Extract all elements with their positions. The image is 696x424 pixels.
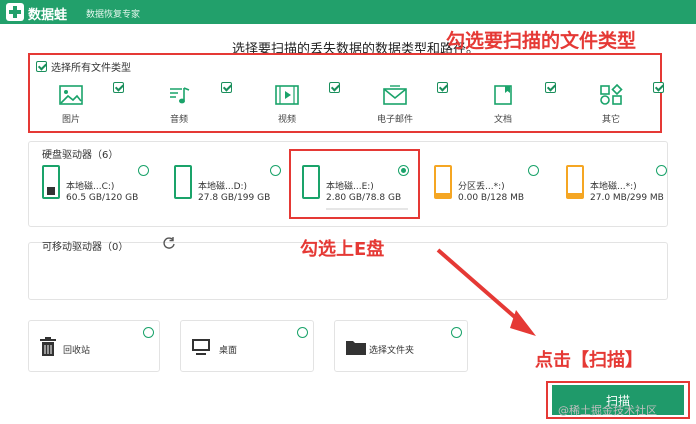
app-logo-icon bbox=[6, 3, 24, 21]
video-icon bbox=[275, 85, 299, 105]
document-checkbox[interactable] bbox=[545, 82, 556, 93]
select-folder-label: 选择文件夹 bbox=[369, 346, 415, 356]
drive-name: 分区丢...*:) bbox=[458, 182, 505, 192]
drive-size: 60.5 GB/120 GB bbox=[66, 193, 139, 203]
desktop-card[interactable]: 桌面 bbox=[180, 320, 314, 372]
file-type-label: 音频 bbox=[169, 115, 188, 125]
other-checkbox[interactable] bbox=[653, 82, 664, 93]
drive-radio[interactable] bbox=[270, 165, 281, 176]
drive-c[interactable]: 本地磁...C:) 60.5 GB/120 GB bbox=[40, 165, 160, 215]
audio-checkbox[interactable] bbox=[221, 82, 232, 93]
file-type-email[interactable]: 电子邮件 bbox=[362, 80, 454, 126]
image-icon bbox=[59, 85, 83, 105]
watermark: @稀土掘金技术社区 bbox=[558, 404, 657, 417]
folder-icon bbox=[346, 341, 366, 355]
image-checkbox[interactable] bbox=[113, 82, 124, 93]
refresh-icon[interactable] bbox=[162, 236, 176, 250]
file-type-other[interactable]: 其它 bbox=[578, 80, 670, 126]
select-folder-radio[interactable] bbox=[451, 327, 462, 338]
drive-size: 27.0 MB/299 MB bbox=[590, 193, 664, 203]
hard-drive-title: 硬盘驱动器（6） bbox=[42, 150, 119, 161]
removable-drive-title: 可移动驱动器（0） bbox=[42, 242, 129, 253]
drive-local-other[interactable]: 本地磁...*:) 27.0 MB/299 MB bbox=[564, 165, 684, 215]
drive-radio[interactable] bbox=[528, 165, 539, 176]
desktop-radio[interactable] bbox=[297, 327, 308, 338]
drive-d[interactable]: 本地磁...D:) 27.8 GB/199 GB bbox=[172, 165, 292, 215]
annotation-click-scan: 点击【扫描】 bbox=[535, 350, 643, 371]
recycle-bin-radio[interactable] bbox=[143, 327, 154, 338]
drive-name: 本地磁...D:) bbox=[198, 182, 248, 192]
document-icon bbox=[494, 85, 512, 105]
email-checkbox[interactable] bbox=[437, 82, 448, 93]
drive-radio[interactable] bbox=[138, 165, 149, 176]
file-type-label: 文档 bbox=[493, 115, 512, 125]
drive-radio[interactable] bbox=[656, 165, 667, 176]
recycle-bin-card[interactable]: 回收站 bbox=[28, 320, 160, 372]
recycle-bin-label: 回收站 bbox=[63, 346, 91, 356]
file-type-label: 电子邮件 bbox=[376, 115, 413, 125]
email-icon bbox=[383, 85, 407, 105]
other-icon bbox=[600, 84, 623, 105]
desktop-label: 桌面 bbox=[219, 346, 238, 356]
drive-icon bbox=[434, 165, 452, 199]
select-all-label: 选择所有文件类型 bbox=[51, 63, 131, 74]
file-type-document[interactable]: 文档 bbox=[470, 80, 562, 126]
select-all-types[interactable]: 选择所有文件类型 bbox=[36, 59, 131, 74]
drive-icon bbox=[566, 165, 584, 199]
drive-name: 本地磁...C:) bbox=[66, 182, 115, 192]
drive-size: 27.8 GB/199 GB bbox=[198, 193, 271, 203]
drive-name: 本地磁...*:) bbox=[590, 182, 637, 192]
drive-icon bbox=[42, 165, 60, 199]
drive-icon bbox=[174, 165, 192, 199]
file-type-label: 图片 bbox=[61, 115, 80, 125]
drive-size: 0.00 B/128 MB bbox=[458, 193, 525, 203]
drive-lost-partition[interactable]: 分区丢...*:) 0.00 B/128 MB bbox=[432, 165, 552, 215]
trash-icon bbox=[40, 337, 56, 356]
file-type-image[interactable]: 图片 bbox=[38, 80, 130, 126]
select-folder-card[interactable]: 选择文件夹 bbox=[334, 320, 468, 372]
file-type-video[interactable]: 视频 bbox=[254, 80, 346, 126]
drive-e-highlight bbox=[289, 149, 420, 219]
annotation-select-e: 勾选上E盘 bbox=[300, 239, 385, 260]
video-checkbox[interactable] bbox=[329, 82, 340, 93]
title-bar: 数据蛙 数据恢复专家 bbox=[0, 0, 696, 24]
music-icon bbox=[170, 87, 190, 104]
file-type-audio[interactable]: 音频 bbox=[146, 80, 238, 126]
monitor-icon bbox=[192, 339, 210, 355]
file-type-label: 其它 bbox=[601, 115, 620, 125]
select-all-checkbox[interactable] bbox=[36, 61, 47, 72]
app-name: 数据蛙 bbox=[28, 8, 68, 23]
file-type-label: 视频 bbox=[277, 115, 296, 125]
app-subtitle: 数据恢复专家 bbox=[86, 10, 141, 20]
annotation-select-types: 勾选要扫描的文件类型 bbox=[446, 30, 637, 52]
